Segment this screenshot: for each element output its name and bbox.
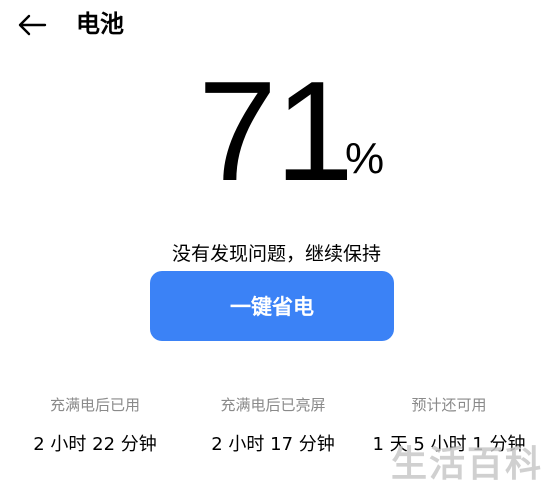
stat-label: 预计还可用: [411, 396, 487, 414]
battery-percentage: 71 %: [0, 52, 553, 211]
stat-value: 2 小时 17 分钟: [211, 434, 335, 455]
header: 电池: [0, 0, 553, 48]
battery-percent-value: 71: [198, 52, 354, 211]
battery-status-text: 没有发现问题，继续保持: [171, 243, 381, 265]
stat-screen-on-since-full-charge: 充满电后已亮屏 2 小时 17 分钟: [188, 392, 358, 458]
percent-sign: %: [345, 134, 385, 183]
stat-used-since-full-charge: 充满电后已用 2 小时 22 分钟: [10, 392, 180, 458]
power-saver-button[interactable]: 一键省电: [150, 271, 394, 341]
stat-label: 充满电后已亮屏: [220, 396, 326, 414]
watermark: 生活百科: [390, 444, 543, 485]
back-button[interactable]: [14, 10, 50, 40]
stat-value: 2 小时 22 分钟: [33, 434, 157, 455]
arrow-left-icon: [18, 14, 47, 36]
page-title: 电池: [76, 10, 124, 38]
stat-label: 充满电后已用: [49, 396, 140, 414]
